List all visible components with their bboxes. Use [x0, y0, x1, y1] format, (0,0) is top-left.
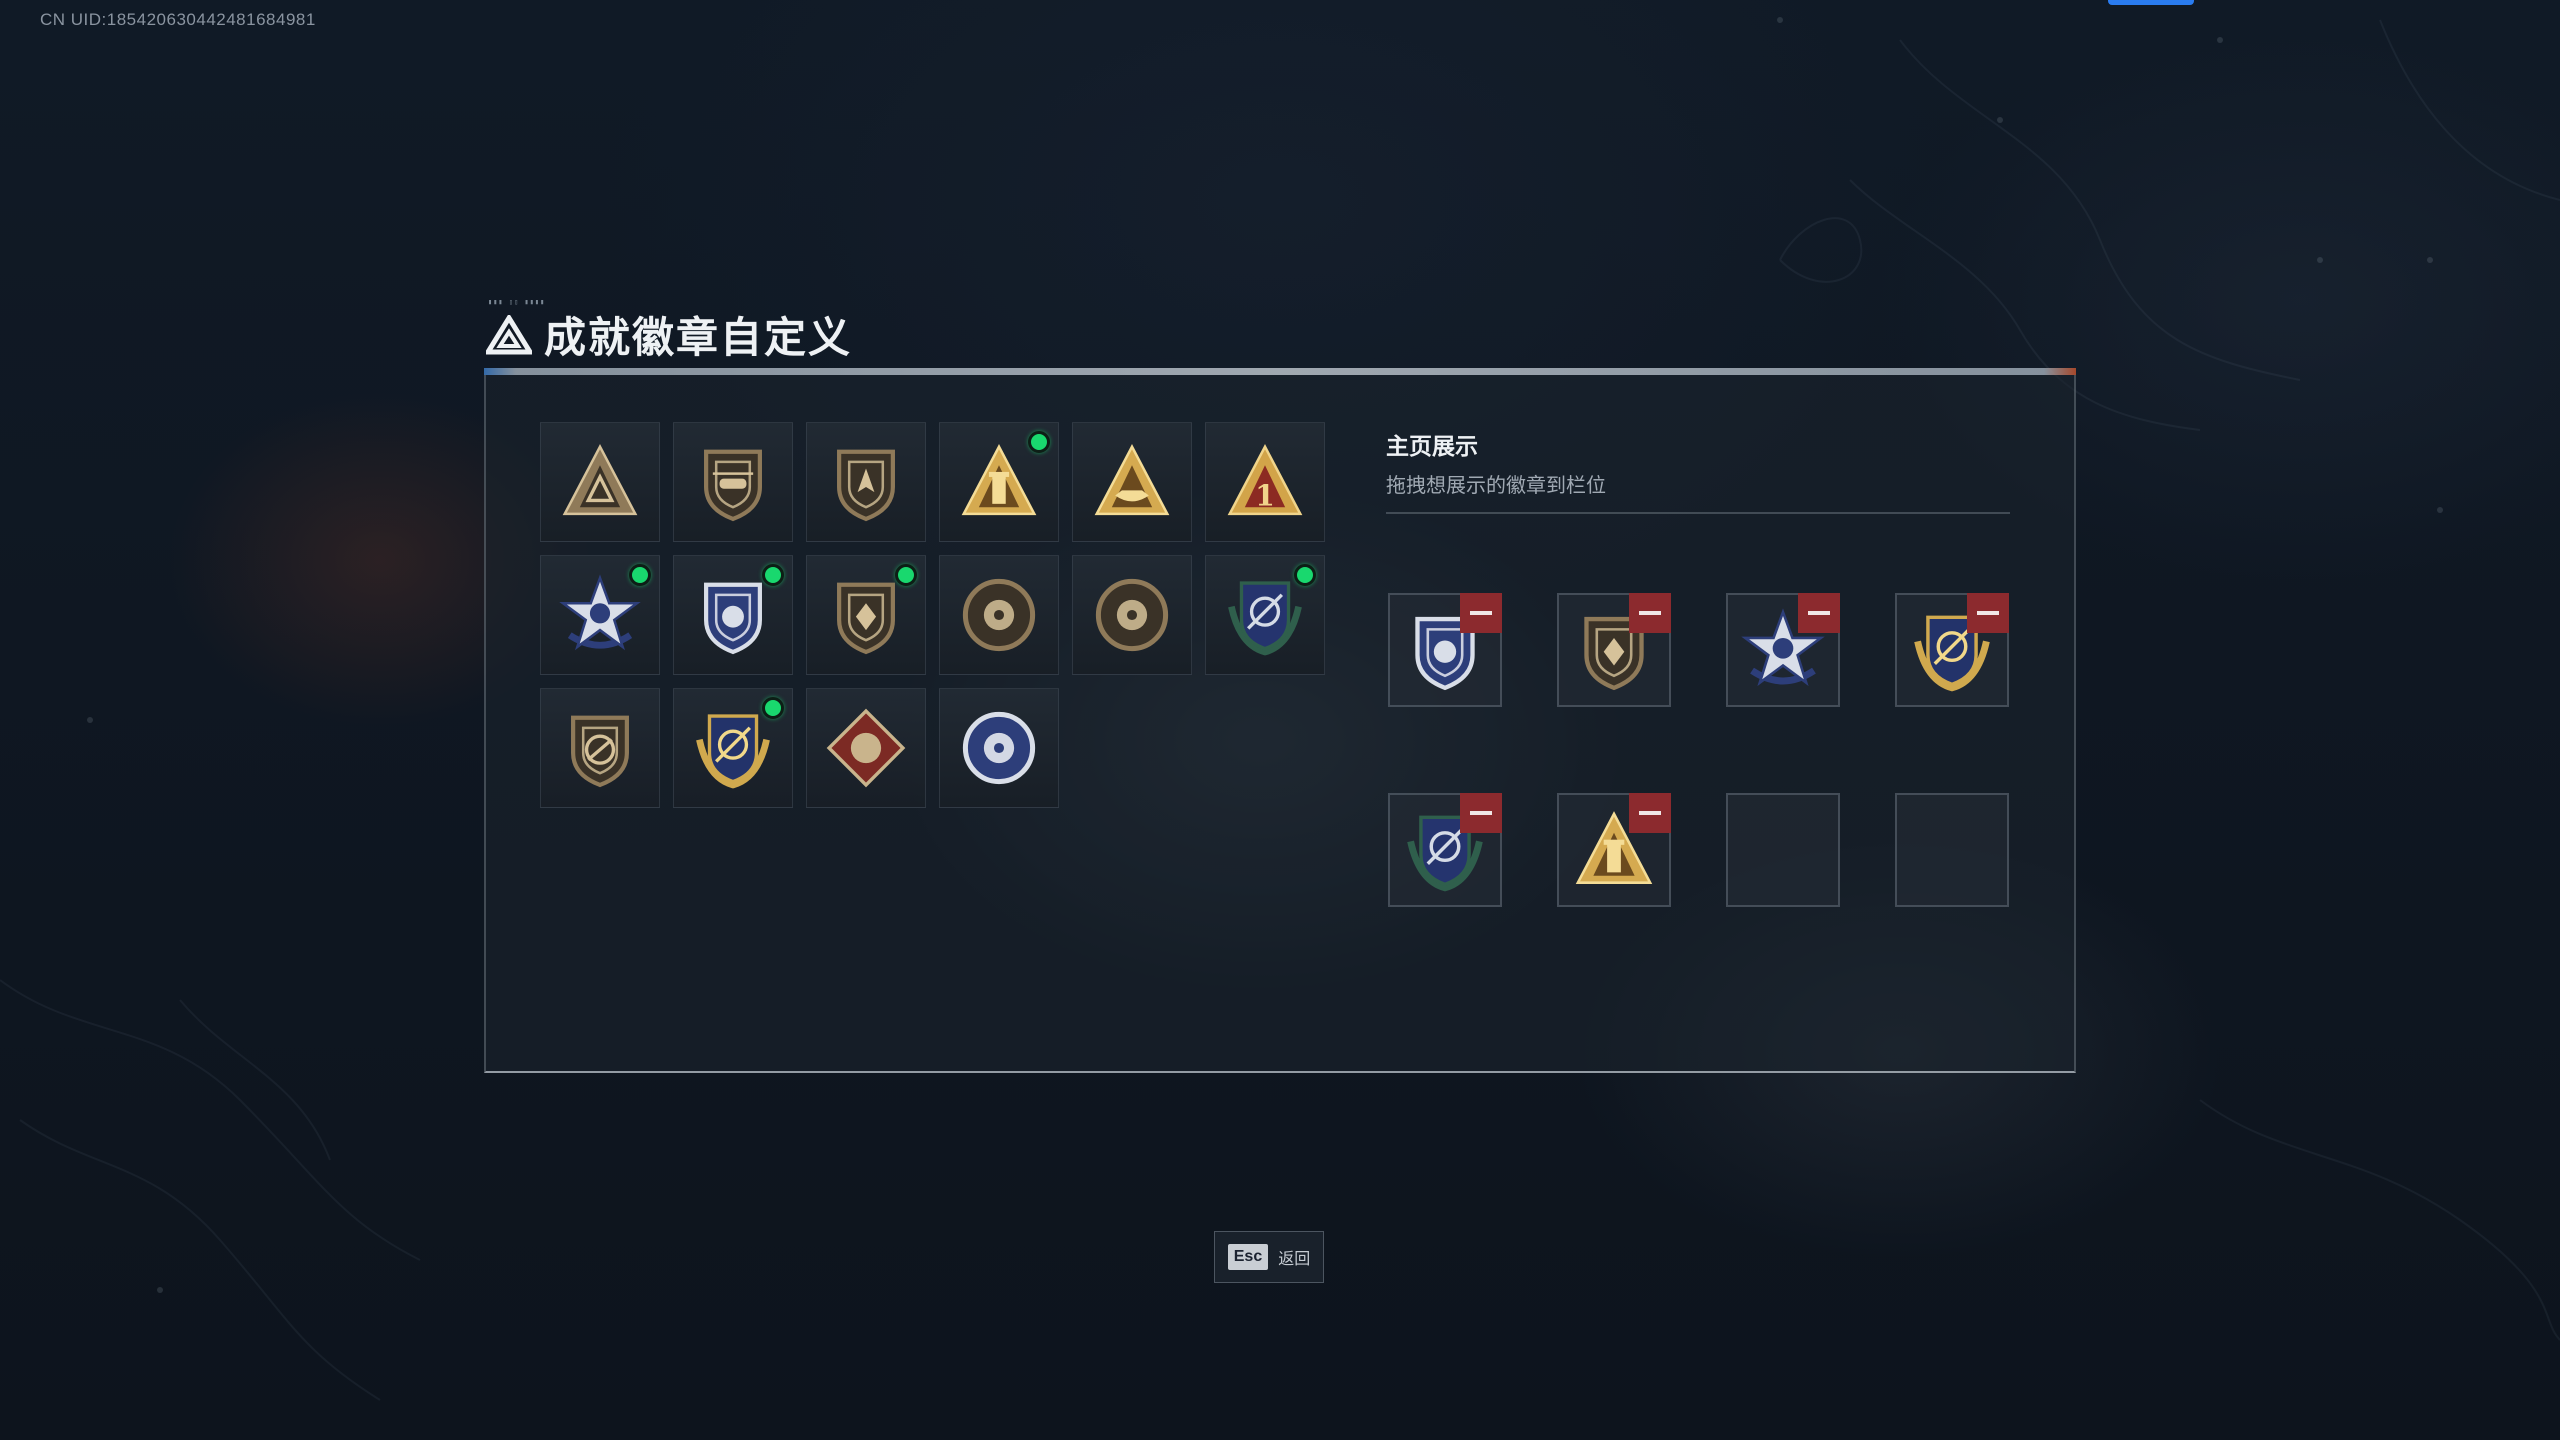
bronze-rifle-prohibition-badge-icon [571, 715, 629, 788]
user-uid-text: CN UID:1854206304424816849​81 [40, 10, 316, 29]
bronze-helicopter-shield-badge-icon [704, 449, 762, 522]
new-indicator-dot [762, 564, 784, 586]
red-gold-number-one-triangle-badge-icon: 1 [1227, 444, 1303, 516]
new-indicator-dot [895, 564, 917, 586]
bronze-mask-crosshair-badge-icon [1095, 578, 1169, 652]
page-header: ▮▮▮ ▯▯ ▮▮▮▮ 成就徽章自定义 [486, 298, 2076, 365]
new-indicator-dot [1294, 564, 1316, 586]
badge-slot[interactable] [939, 688, 1059, 808]
blue-star-eagle-badge-icon [559, 574, 641, 651]
badge-slot[interactable]: 1 [1205, 422, 1325, 542]
homepage-showcase-section: 主页展示 拖拽想展示的徽章到栏位 [1386, 427, 2010, 907]
badge-slot[interactable] [540, 688, 660, 808]
gold-lighthouse-triangle-badge-icon [961, 444, 1037, 516]
bronze-shield-triangle-badge-icon [562, 444, 638, 516]
svg-text:1: 1 [1255, 479, 1275, 513]
showcase-title: 主页展示 [1386, 433, 1478, 459]
bronze-arrowhead-shield-badge-icon [837, 449, 895, 522]
new-indicator-dot [762, 697, 784, 719]
red-diamond-beast-badge-icon [826, 708, 906, 788]
badge-customization-panel: 1 主页展示 拖拽想展示的徽章到栏位 [484, 375, 2076, 1073]
badge-slot[interactable] [939, 422, 1059, 542]
back-label: 返回 [1278, 1251, 1311, 1268]
page-title-row: 成就徽章自定义 [486, 304, 2076, 365]
badge-slot[interactable] [806, 555, 926, 675]
badge-slot[interactable] [540, 555, 660, 675]
remove-badge-button[interactable] [1629, 593, 1671, 633]
showcase-slots-grid [1388, 593, 2009, 907]
remove-badge-button[interactable] [1460, 793, 1502, 833]
showcase-slot-empty[interactable] [1895, 793, 2009, 907]
new-indicator-dot [629, 564, 651, 586]
showcase-divider [1386, 512, 2010, 514]
badge-slot[interactable] [1072, 422, 1192, 542]
badge-slot[interactable] [1205, 555, 1325, 675]
remove-badge-button[interactable] [1967, 593, 2009, 633]
badge-slot[interactable] [806, 422, 926, 542]
remove-badge-button[interactable] [1629, 793, 1671, 833]
gold-ship-triangle-badge-icon [1094, 444, 1170, 516]
gold-navy-wings-crosshair-badge-icon [696, 714, 770, 789]
header-divider-bar [484, 368, 2076, 375]
showcase-slot-empty[interactable] [1726, 793, 1840, 907]
showcase-slot[interactable] [1388, 793, 1502, 907]
title-decoration: ▮▮▮ ▯▯ ▮▮▮▮ [488, 298, 546, 306]
badge-slot[interactable] [1072, 555, 1192, 675]
top-tab-indicator [2108, 0, 2194, 5]
badge-slot[interactable] [806, 688, 926, 808]
triangle-logo-icon [486, 314, 532, 354]
page-title: 成就徽章自定义 [544, 314, 853, 361]
new-indicator-dot [1028, 431, 1050, 453]
showcase-slot[interactable] [1557, 793, 1671, 907]
bronze-skull-crosshair-badge-icon [962, 578, 1036, 652]
showcase-subtitle: 拖拽想展示的徽章到栏位 [1386, 475, 1606, 497]
showcase-slot[interactable] [1557, 593, 1671, 707]
remove-badge-button[interactable] [1460, 593, 1502, 633]
badge-slot[interactable] [673, 422, 793, 542]
badge-slot[interactable] [673, 688, 793, 808]
showcase-slot[interactable] [1388, 593, 1502, 707]
green-navy-crosshair-laurel-badge-icon [1228, 581, 1302, 656]
showcase-slot[interactable] [1726, 593, 1840, 707]
blue-police-shield-badge-icon [704, 582, 762, 655]
badge-slot[interactable] [673, 555, 793, 675]
badge-slot[interactable] [939, 555, 1059, 675]
esc-key-label: Esc [1227, 1244, 1269, 1270]
badge-slot[interactable] [540, 422, 660, 542]
showcase-slot[interactable] [1895, 593, 2009, 707]
back-button[interactable]: Esc 返回 [1214, 1231, 1324, 1283]
owned-badges-grid: 1 [540, 422, 1325, 808]
bronze-diamond-shield-badge-icon [837, 582, 895, 655]
blue-wolf-round-badge-icon [962, 711, 1036, 785]
remove-badge-button[interactable] [1798, 593, 1840, 633]
